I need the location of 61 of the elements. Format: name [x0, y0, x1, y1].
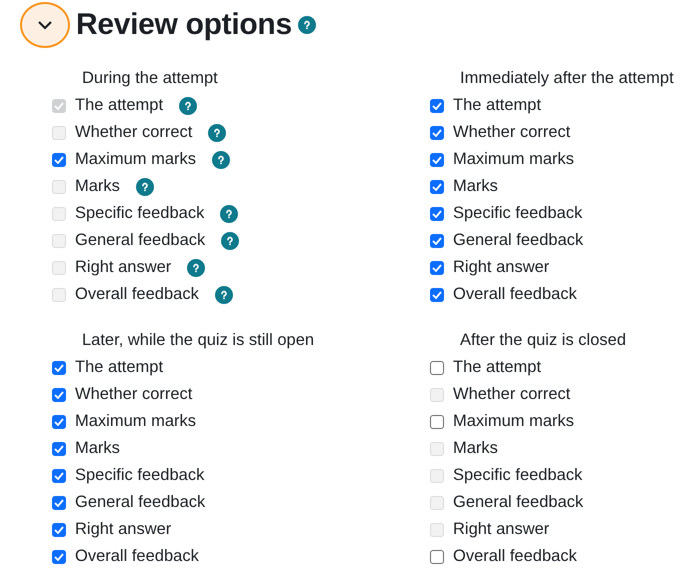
- group-heading: Later, while the quiz is still open: [81, 330, 316, 351]
- checkbox-label: The attempt: [75, 96, 164, 115]
- checkbox[interactable]: [52, 414, 66, 428]
- checkbox[interactable]: [430, 550, 444, 564]
- checkbox[interactable]: [52, 360, 66, 374]
- help-icon[interactable]: [298, 16, 316, 34]
- checkbox-label: Overall feedback: [453, 547, 577, 566]
- checkbox-label: Maximum marks: [453, 412, 574, 431]
- checkbox-label: Right answer: [75, 520, 172, 539]
- help-icon[interactable]: [212, 150, 230, 168]
- checkbox[interactable]: [430, 234, 444, 248]
- group-heading: Immediately after the attempt: [459, 68, 675, 89]
- checkbox-label: Marks: [75, 439, 120, 458]
- checkbox-label: Whether correct: [453, 385, 570, 404]
- checkbox[interactable]: [430, 180, 444, 194]
- checkbox[interactable]: [52, 496, 66, 510]
- checkbox[interactable]: [430, 206, 444, 220]
- checkbox[interactable]: [430, 98, 444, 112]
- checkbox[interactable]: [430, 126, 444, 140]
- section-title: Review options: [76, 8, 292, 42]
- checkbox-label: Specific feedback: [75, 204, 204, 223]
- checkbox-label: Specific feedback: [453, 204, 582, 223]
- checkbox[interactable]: [52, 388, 66, 402]
- checkbox-label: Marks: [453, 177, 498, 196]
- checkbox[interactable]: [52, 522, 66, 536]
- checkbox-label: Whether correct: [75, 123, 192, 142]
- checkbox-label: Marks: [453, 439, 498, 458]
- checkbox[interactable]: [52, 550, 66, 564]
- checkbox-label: General feedback: [453, 493, 584, 512]
- checkbox[interactable]: [430, 414, 444, 428]
- group-heading: During the attempt: [81, 68, 219, 89]
- checkbox-label: General feedback: [453, 231, 584, 250]
- checkbox-label: Whether correct: [453, 123, 570, 142]
- checkbox-label: Overall feedback: [75, 547, 199, 566]
- checkbox-label: Marks: [75, 177, 120, 196]
- checkbox-label: The attempt: [453, 358, 542, 377]
- checkbox[interactable]: [430, 260, 444, 274]
- chevron-down-icon: [37, 20, 53, 30]
- checkbox[interactable]: [430, 288, 444, 302]
- checkbox-label: Specific feedback: [75, 466, 204, 485]
- checkbox-label: Specific feedback: [453, 466, 582, 485]
- checkbox-label: Maximum marks: [453, 150, 574, 169]
- group-heading: After the quiz is closed: [459, 330, 627, 351]
- checkbox-label: Right answer: [75, 258, 172, 277]
- checkbox-label: General feedback: [75, 231, 206, 250]
- checkbox[interactable]: [52, 152, 66, 166]
- checkbox-label: The attempt: [75, 358, 164, 377]
- checkbox-label: Maximum marks: [75, 150, 196, 169]
- checkbox-label: General feedback: [75, 493, 206, 512]
- checkbox-label: The attempt: [453, 96, 542, 115]
- checkbox[interactable]: [52, 442, 66, 456]
- collapse-toggle-button[interactable]: [20, 2, 70, 48]
- checkbox-label: Right answer: [453, 520, 550, 539]
- checkbox-label: Overall feedback: [75, 285, 199, 304]
- checkbox-label: Whether correct: [75, 385, 192, 404]
- checkbox-label: Overall feedback: [453, 285, 577, 304]
- checkbox[interactable]: [52, 468, 66, 482]
- checkbox-label: Maximum marks: [75, 412, 196, 431]
- checkbox-label: Right answer: [453, 258, 550, 277]
- checkbox[interactable]: [430, 360, 444, 374]
- checkbox[interactable]: [430, 152, 444, 166]
